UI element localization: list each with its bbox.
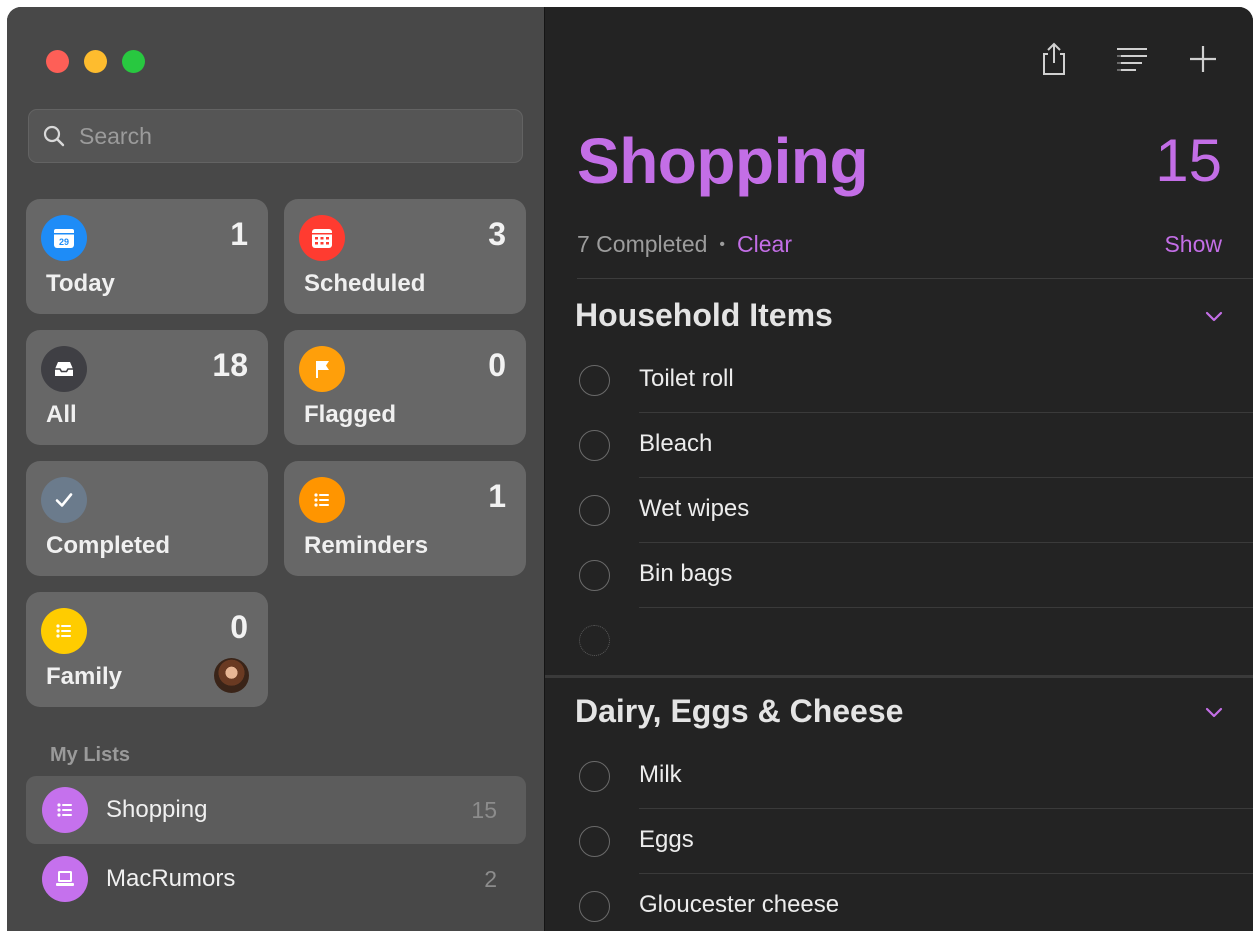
share-icon (1043, 42, 1065, 75)
list-options-button[interactable] (1111, 38, 1153, 80)
reminder-item[interactable]: Milk (545, 744, 1253, 809)
sidebar-list-shopping[interactable]: Shopping 15 (26, 776, 526, 844)
completion-checkbox[interactable] (579, 365, 610, 396)
group-header-household-items[interactable]: Household Items (575, 297, 1253, 334)
completion-checkbox[interactable] (579, 560, 610, 591)
calendar-date-text: 29 (59, 237, 69, 247)
divider (577, 278, 1253, 279)
reminder-title[interactable]: Wet wipes (639, 495, 749, 523)
reminder-title[interactable]: Bleach (639, 430, 712, 458)
list-options-icon (1117, 48, 1147, 71)
search-field[interactable] (28, 109, 523, 163)
calendar-grid-icon (299, 215, 345, 261)
smart-list-scheduled[interactable]: 3 Scheduled (284, 199, 526, 314)
completed-summary: 7 Completed • Clear (577, 231, 792, 258)
group-header-dairy-eggs-cheese[interactable]: Dairy, Eggs & Cheese (575, 693, 1253, 730)
sidebar-list-macrumors[interactable]: MacRumors 2 (26, 845, 526, 913)
reminder-title[interactable]: Toilet roll (639, 365, 734, 393)
list-count: 2 (484, 865, 497, 892)
reminder-title[interactable]: Bin bags (639, 560, 732, 588)
shared-user-avatar (214, 658, 249, 693)
checkmark-icon (41, 477, 87, 523)
my-lists-heading: My Lists (50, 744, 131, 766)
family-label: Family (46, 663, 123, 690)
search-icon (43, 125, 65, 147)
new-reminder-circle[interactable] (579, 625, 610, 656)
reminder-item[interactable]: Bin bags (545, 543, 1253, 608)
reminder-item[interactable]: Toilet roll (545, 348, 1253, 413)
reminder-title[interactable]: Gloucester cheese (639, 891, 839, 919)
smart-list-completed[interactable]: Completed (26, 461, 268, 576)
completed-count-text: 7 Completed (577, 231, 708, 257)
flagged-count: 0 (488, 347, 506, 383)
completion-checkbox[interactable] (579, 826, 610, 857)
list-detail: Shopping 15 7 Completed • Clear Show Hou… (545, 7, 1253, 931)
calendar-icon: 29 (41, 215, 87, 261)
all-label: All (46, 401, 77, 428)
today-label: Today (46, 270, 115, 297)
list-total-count: 15 (1155, 127, 1222, 194)
add-reminder-button[interactable] (1182, 38, 1224, 80)
clear-completed-button[interactable]: Clear (737, 231, 792, 258)
smart-list-family[interactable]: 0 Family (26, 592, 268, 707)
separator-dot: • (719, 235, 726, 253)
reminder-title[interactable]: Eggs (639, 826, 694, 854)
completed-label: Completed (46, 532, 171, 559)
reminder-item[interactable]: Eggs (545, 809, 1253, 874)
smart-list-reminders[interactable]: 1 Reminders (284, 461, 526, 576)
tray-icon (41, 346, 87, 392)
minimize-window-button[interactable] (84, 50, 107, 73)
smart-list-all[interactable]: 18 All (26, 330, 268, 445)
list-count: 15 (471, 796, 497, 823)
reminders-window: 29 1 Today 3 (7, 7, 1253, 931)
today-count: 1 (230, 216, 248, 252)
plus-icon (1190, 46, 1216, 72)
scheduled-label: Scheduled (304, 270, 426, 297)
chevron-down-icon[interactable] (1203, 701, 1225, 723)
reminder-title[interactable]: Milk (639, 761, 682, 789)
completion-checkbox[interactable] (579, 495, 610, 526)
completion-checkbox[interactable] (579, 761, 610, 792)
share-button[interactable] (1033, 38, 1075, 80)
smart-list-flagged[interactable]: 0 Flagged (284, 330, 526, 445)
reminder-item[interactable]: Gloucester cheese (545, 874, 1253, 931)
window-controls (46, 50, 145, 73)
laptop-icon (42, 856, 88, 902)
scheduled-count: 3 (488, 216, 506, 252)
list-name: MacRumors (106, 865, 236, 892)
smart-list-today[interactable]: 29 1 Today (26, 199, 268, 314)
list-icon (299, 477, 345, 523)
reminder-item[interactable]: Bleach (545, 413, 1253, 478)
list-icon (42, 787, 88, 833)
search-input[interactable] (79, 122, 499, 150)
completion-checkbox[interactable] (579, 430, 610, 461)
list-title: Shopping (577, 125, 869, 197)
group-title: Household Items (575, 297, 833, 333)
flagged-label: Flagged (304, 401, 397, 428)
close-window-button[interactable] (46, 50, 69, 73)
chevron-down-icon[interactable] (1203, 305, 1225, 327)
group-divider (545, 675, 1253, 678)
new-reminder-placeholder[interactable] (545, 608, 1253, 673)
completion-checkbox[interactable] (579, 891, 610, 922)
family-count: 0 (230, 609, 248, 645)
list-name: Shopping (106, 796, 208, 823)
all-count: 18 (212, 347, 248, 383)
sidebar: 29 1 Today 3 (7, 7, 545, 931)
reminder-item[interactable]: Wet wipes (545, 478, 1253, 543)
group-title: Dairy, Eggs & Cheese (575, 693, 904, 729)
reminders-count: 1 (488, 478, 506, 514)
zoom-window-button[interactable] (122, 50, 145, 73)
flag-icon (299, 346, 345, 392)
reminders-label: Reminders (304, 532, 429, 559)
list-icon (41, 608, 87, 654)
show-completed-button[interactable]: Show (1164, 231, 1222, 258)
